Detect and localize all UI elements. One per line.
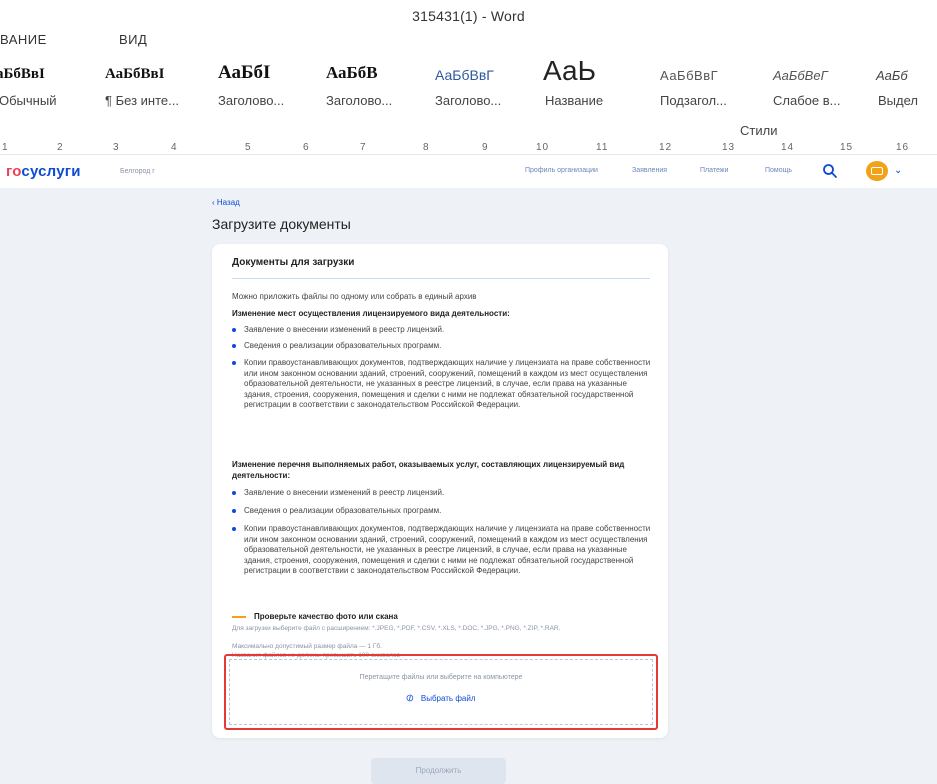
- style-preview: АаБбІ: [218, 62, 271, 83]
- ruler-number: 2: [57, 142, 64, 153]
- list-item: Заявление о внесении изменений в реестр …: [232, 325, 652, 336]
- ribbon-tab-view[interactable]: ВИД: [119, 32, 147, 47]
- bullet-dot: [232, 344, 236, 348]
- style-name: Заголово...: [326, 93, 393, 108]
- list-item: Сведения о реализации образовательных пр…: [232, 506, 652, 517]
- back-link[interactable]: ‹ Назад: [212, 198, 240, 207]
- bullet-dot: [232, 361, 236, 365]
- section-title: Изменение мест осуществления лицензируем…: [232, 309, 510, 318]
- search-icon[interactable]: [822, 163, 838, 179]
- format-note: Для загрузки выберите файл с расширением…: [232, 625, 561, 632]
- chevron-down-icon[interactable]: ⌄: [894, 165, 902, 176]
- style-name: Выдел: [878, 93, 918, 108]
- style-subtle-emphasis[interactable]: АаБбВеГ Слабое в...: [773, 58, 873, 118]
- organization-avatar[interactable]: [866, 161, 888, 181]
- style-name: Заголово...: [218, 93, 285, 108]
- nav-payments[interactable]: Платежи: [700, 167, 728, 174]
- list-item: Копии правоустанавливающих документов, п…: [232, 524, 652, 577]
- style-name: Подзагол...: [660, 93, 727, 108]
- file-dropzone[interactable]: Перетащите файлы или выберите на компьют…: [224, 654, 658, 730]
- bullet-dot: [232, 491, 236, 495]
- dropzone-hint: Перетащите файлы или выберите на компьют…: [359, 674, 523, 681]
- style-preview: АаБбВвГ: [660, 68, 719, 83]
- briefcase-icon: [871, 167, 883, 175]
- style-preview: аБбВвІ: [0, 66, 45, 82]
- paperclip-icon: ⊘: [404, 691, 418, 706]
- city-selector[interactable]: Белгород г: [120, 168, 155, 175]
- ruler-number: 10: [536, 142, 550, 153]
- ruler-number: 13: [722, 142, 736, 153]
- size-note: Максимально допустимый размер файла — 1 …: [232, 643, 382, 650]
- style-name: Обычный: [0, 93, 57, 108]
- page-title: Загрузите документы: [212, 216, 351, 232]
- ruler-number: 5: [245, 142, 252, 153]
- quality-accent-bar: [232, 616, 246, 618]
- ruler-number: 4: [171, 142, 178, 153]
- style-normal[interactable]: аБбВвІ Обычный: [0, 58, 96, 118]
- style-preview: АаБбВвГ: [435, 67, 494, 83]
- intro-text: Можно приложить файлы по одному или собр…: [232, 292, 477, 301]
- horizontal-ruler[interactable]: 1 2 3 4 5 6 7 8 9 10 11 12 13 14 15 16: [0, 140, 937, 155]
- style-preview: АаБбВвІ: [105, 66, 165, 82]
- ruler-number: 8: [423, 142, 430, 153]
- embedded-screenshot: госуслуги Белгород г Профиль организации…: [0, 156, 937, 784]
- ruler-number: 1: [2, 142, 9, 153]
- window-title: 315431(1) - Word: [412, 8, 525, 24]
- style-no-spacing[interactable]: АаБбВвІ ¶ Без инте...: [105, 58, 215, 118]
- style-name: ¶ Без инте...: [105, 93, 179, 108]
- word-titlebar: 315431(1) - Word: [0, 0, 937, 28]
- bullet-dot: [232, 509, 236, 513]
- ruler-number: 14: [781, 142, 795, 153]
- dropzone-border: [229, 659, 653, 725]
- divider: [232, 278, 650, 279]
- style-heading-1[interactable]: АаБбІ Заголово...: [218, 58, 323, 118]
- style-heading-3[interactable]: АаБбВвГ Заголово...: [435, 58, 540, 118]
- ruler-number: 7: [360, 142, 367, 153]
- ruler-number: 15: [840, 142, 854, 153]
- styles-group-label: Стили: [740, 123, 778, 138]
- section-title: Изменение перечня выполняемых работ, ока…: [232, 460, 625, 480]
- styles-gallery: аБбВвІ Обычный АаБбВвІ ¶ Без инте... АаБ…: [0, 58, 937, 120]
- style-title[interactable]: АаЬ Название: [543, 58, 653, 118]
- style-name: Заголово...: [435, 93, 502, 108]
- ruler-number: 12: [659, 142, 673, 153]
- card-title: Документы для загрузки: [232, 257, 355, 268]
- ribbon-tab-review[interactable]: ВАНИЕ: [0, 32, 47, 47]
- style-preview: АаБб: [876, 68, 908, 83]
- continue-button[interactable]: Продолжить: [371, 758, 506, 784]
- ruler-number: 16: [896, 142, 910, 153]
- ruler-number: 6: [303, 142, 310, 153]
- ruler-number: 3: [113, 142, 120, 153]
- nav-org-profile[interactable]: Профиль организации: [525, 167, 598, 174]
- style-preview: АаБбВ: [326, 63, 378, 82]
- style-preview: АаЬ: [543, 58, 596, 86]
- site-header: госуслуги Белгород г Профиль организации…: [0, 156, 937, 188]
- style-name: Слабое в...: [773, 93, 841, 108]
- bullet-dot: [232, 527, 236, 531]
- style-heading-2[interactable]: АаБбВ Заголово...: [326, 58, 431, 118]
- ruler-number: 11: [596, 142, 609, 153]
- list-item: Заявление о внесении изменений в реестр …: [232, 488, 652, 499]
- list-item: Сведения о реализации образовательных пр…: [232, 341, 652, 352]
- style-emphasis[interactable]: АаБб Выдел: [876, 58, 937, 118]
- style-subtitle[interactable]: АаБбВвГ Подзагол...: [660, 58, 770, 118]
- ruler-number: 9: [482, 142, 489, 153]
- list-item: Копии правоустанавливающих документов, п…: [232, 358, 652, 411]
- bullet-dot: [232, 328, 236, 332]
- style-preview: АаБбВеГ: [773, 68, 828, 83]
- style-name: Название: [545, 93, 604, 108]
- nav-applications[interactable]: Заявления: [632, 167, 667, 174]
- gosuslugi-logo[interactable]: госуслуги: [6, 163, 81, 180]
- nav-help[interactable]: Помощь: [765, 167, 792, 174]
- choose-file-button[interactable]: ⊘ Выбрать файл: [226, 691, 656, 706]
- quality-title: Проверьте качество фото или скана: [254, 612, 398, 621]
- documents-card: Документы для загрузки Можно приложить ф…: [212, 244, 668, 738]
- ribbon-tabs: ВАНИЕ ВИД: [0, 28, 937, 50]
